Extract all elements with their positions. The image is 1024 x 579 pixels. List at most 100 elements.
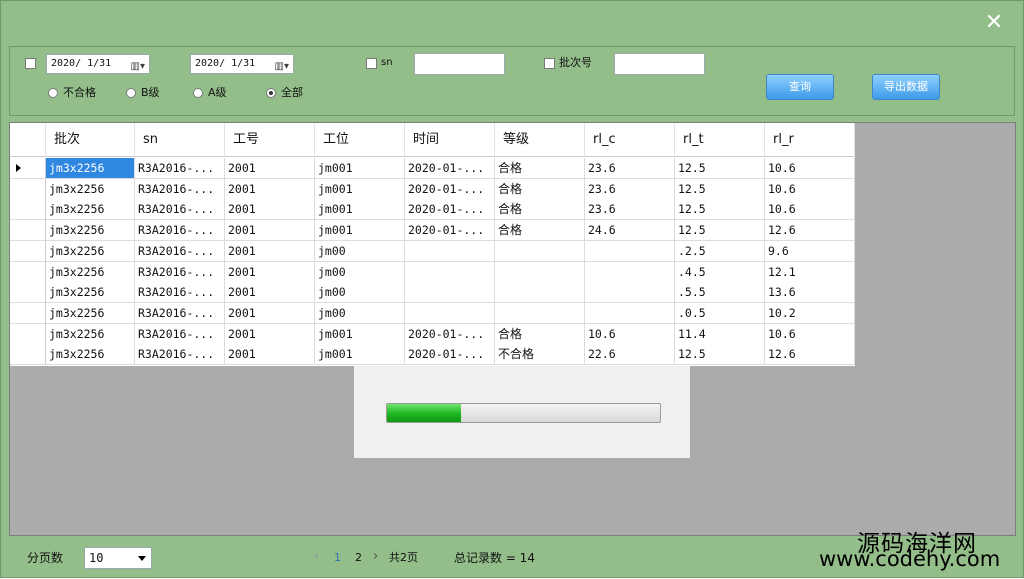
table-cell[interactable] [585, 240, 675, 262]
table-row[interactable]: jm3x2256 R3A2016-... 2001 jm001 2020-01-... 不… [10, 344, 855, 366]
column-header[interactable]: rl_t [675, 123, 765, 157]
table-cell[interactable]: jm3x2256 [46, 323, 135, 345]
row-header[interactable] [10, 344, 46, 366]
table-cell[interactable]: jm3x2256 [46, 282, 135, 304]
table-cell[interactable] [585, 302, 675, 324]
table-cell[interactable]: 10.6 [765, 199, 855, 221]
column-header[interactable]: sn [135, 123, 225, 157]
row-header[interactable] [10, 240, 46, 262]
table-cell[interactable]: jm3x2256 [46, 199, 135, 221]
table-cell[interactable] [405, 302, 495, 324]
table-cell[interactable] [585, 282, 675, 304]
table-cell[interactable]: 2001 [225, 240, 315, 262]
table-cell[interactable] [495, 240, 585, 262]
table-cell[interactable]: 10.2 [765, 302, 855, 324]
table-cell[interactable]: 2020-01-... [405, 344, 495, 366]
radio-fail[interactable] [48, 88, 58, 98]
row-header[interactable] [10, 323, 46, 345]
row-header[interactable] [10, 158, 46, 179]
table-row[interactable]: jm3x2256 R3A2016-... 2001 jm001 2020-01-... 合… [10, 178, 855, 200]
table-cell[interactable]: 2020-01-... [405, 220, 495, 242]
calendar-dropdown-icon[interactable]: ▥▾ [275, 58, 289, 76]
table-cell[interactable]: 2020-01-... [405, 158, 495, 179]
table-cell[interactable]: 2001 [225, 282, 315, 304]
column-header[interactable]: rl_c [585, 123, 675, 157]
column-header[interactable]: 工号 [225, 123, 315, 157]
row-header[interactable] [10, 302, 46, 324]
table-row[interactable]: jm3x2256 R3A2016-... 2001 jm00 .2.5 9.6 [10, 240, 855, 262]
table-cell[interactable]: R3A2016-... [135, 199, 225, 221]
table-cell[interactable]: jm3x2256 [46, 261, 135, 283]
table-cell[interactable]: jm001 [315, 344, 405, 366]
table-cell[interactable]: 24.6 [585, 220, 675, 242]
table-cell[interactable]: 23.6 [585, 158, 675, 179]
table-cell[interactable] [405, 240, 495, 262]
table-cell[interactable]: 合格 [495, 199, 585, 221]
table-cell[interactable]: jm00 [315, 282, 405, 304]
table-row[interactable]: jm3x2256 R3A2016-... 2001 jm00 .5.5 13.6 [10, 282, 855, 304]
table-cell[interactable]: jm3x2256 [46, 220, 135, 242]
data-grid[interactable]: 批次 sn 工号 工位 时间 等级 rl_c rl_t rl_r jm3x2256 R3A2016… [9, 122, 1016, 536]
row-header[interactable] [10, 220, 46, 242]
radio-all[interactable] [266, 88, 276, 98]
table-cell[interactable]: 9.6 [765, 240, 855, 262]
page-size-select[interactable]: 10 [84, 547, 152, 569]
table-cell[interactable]: jm3x2256 [46, 178, 135, 200]
table-cell[interactable] [405, 261, 495, 283]
table-cell[interactable]: R3A2016-... [135, 158, 225, 179]
table-cell[interactable]: 2001 [225, 220, 315, 242]
table-cell[interactable]: 合格 [495, 323, 585, 345]
column-header[interactable]: 工位 [315, 123, 405, 157]
table-cell[interactable]: .2.5 [675, 240, 765, 262]
table-cell[interactable]: 2001 [225, 199, 315, 221]
row-header[interactable] [10, 282, 46, 304]
table-cell[interactable]: jm001 [315, 220, 405, 242]
table-cell[interactable]: 10.6 [765, 178, 855, 200]
start-date-picker[interactable]: 2020/ 1/31 ▥▾ [46, 54, 150, 74]
table-cell[interactable]: R3A2016-... [135, 240, 225, 262]
table-cell[interactable]: 2001 [225, 178, 315, 200]
sn-input[interactable] [414, 53, 505, 75]
table-row[interactable]: jm3x2256 R3A2016-... 2001 jm00 .0.5 10.2 [10, 302, 855, 324]
table-cell[interactable] [585, 261, 675, 283]
table-cell[interactable]: jm3x2256 [46, 344, 135, 366]
table-cell[interactable]: 2001 [225, 261, 315, 283]
radio-grade-b[interactable] [126, 88, 136, 98]
page-2-link[interactable]: 2 [355, 551, 362, 565]
table-cell[interactable]: 12.1 [765, 261, 855, 283]
table-cell[interactable]: 12.5 [675, 158, 765, 179]
query-button[interactable]: 查询 [766, 74, 834, 100]
table-cell[interactable]: R3A2016-... [135, 344, 225, 366]
table-row[interactable]: jm3x2256 R3A2016-... 2001 jm001 2020-01-... 合… [10, 323, 855, 345]
export-button[interactable]: 导出数据 [872, 74, 940, 100]
table-cell[interactable]: 2020-01-... [405, 199, 495, 221]
column-header[interactable]: 时间 [405, 123, 495, 157]
table-cell[interactable] [405, 282, 495, 304]
table-cell[interactable]: 合格 [495, 158, 585, 179]
table-cell[interactable]: R3A2016-... [135, 302, 225, 324]
table-cell[interactable]: jm001 [315, 158, 405, 179]
table-cell[interactable]: 10.6 [585, 323, 675, 345]
table-cell[interactable]: R3A2016-... [135, 220, 225, 242]
date-filter-checkbox[interactable] [25, 58, 36, 69]
row-header[interactable] [10, 178, 46, 200]
table-cell[interactable]: .4.5 [675, 261, 765, 283]
table-cell[interactable]: 2020-01-... [405, 323, 495, 345]
column-header[interactable]: rl_r [765, 123, 855, 157]
table-cell[interactable]: 23.6 [585, 199, 675, 221]
close-icon[interactable]: ✕ [984, 11, 1004, 35]
table-cell[interactable]: 13.6 [765, 282, 855, 304]
batch-checkbox[interactable] [544, 58, 555, 69]
table-cell[interactable]: .5.5 [675, 282, 765, 304]
table-cell[interactable]: jm001 [315, 178, 405, 200]
table-cell[interactable]: 11.4 [675, 323, 765, 345]
column-header[interactable]: 批次 [46, 123, 135, 157]
row-header[interactable] [10, 261, 46, 283]
prev-page-icon[interactable]: ‹ [314, 550, 319, 564]
table-cell[interactable]: jm00 [315, 261, 405, 283]
table-cell[interactable]: 12.6 [765, 344, 855, 366]
table-cell[interactable]: R3A2016-... [135, 178, 225, 200]
table-cell[interactable]: jm3x2256 [46, 240, 135, 262]
table-row[interactable]: jm3x2256 R3A2016-... 2001 jm001 2020-01-... 合… [10, 220, 855, 242]
batch-input[interactable] [614, 53, 705, 75]
